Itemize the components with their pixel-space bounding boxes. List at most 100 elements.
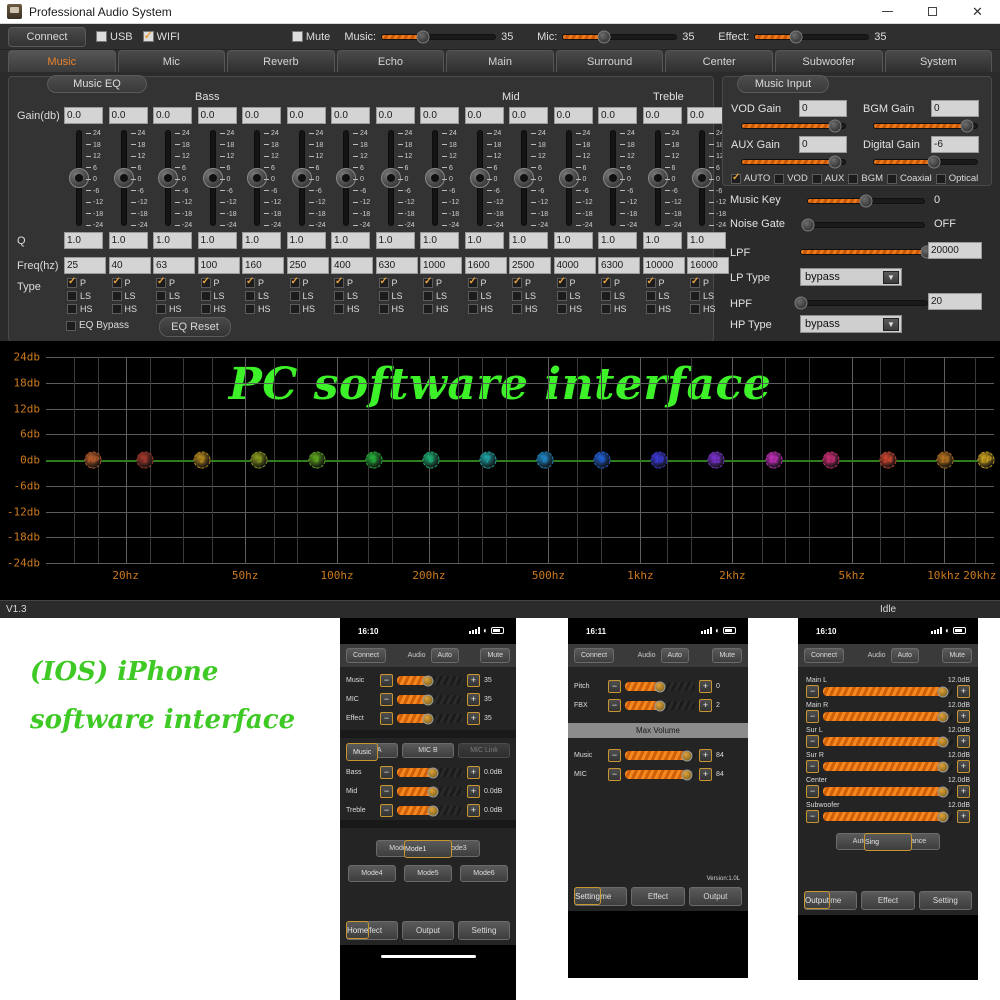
minus-button[interactable]: −: [608, 768, 621, 781]
output-slider[interactable]: [823, 736, 953, 747]
lp-type-select[interactable]: bypass ▼: [800, 268, 902, 286]
minus-button[interactable]: −: [806, 810, 819, 823]
eq-gain-field[interactable]: 0.0: [464, 107, 504, 124]
music-key-slider[interactable]: [807, 194, 925, 208]
mode-button-mode4[interactable]: Mode4: [348, 865, 396, 882]
eq-node-5[interactable]: 5: [365, 451, 383, 469]
eq-type-hs-box[interactable]: [378, 304, 389, 314]
eq-freq-field[interactable]: 1000: [420, 257, 462, 274]
eq-gain-field[interactable]: 0.0: [64, 107, 103, 124]
minus-button[interactable]: −: [806, 685, 819, 698]
eq-q-field[interactable]: 1.0: [197, 232, 237, 249]
minus-button[interactable]: −: [608, 749, 621, 762]
row-slider[interactable]: [625, 681, 695, 692]
eq-type-ls[interactable]: LS: [111, 291, 136, 301]
connect-button[interactable]: Connect: [8, 26, 86, 47]
minus-button[interactable]: −: [608, 680, 621, 693]
eq-gain-field[interactable]: 0.0: [197, 107, 237, 124]
output-slider[interactable]: [823, 686, 953, 697]
row-slider[interactable]: [397, 713, 463, 724]
eq-type-hs[interactable]: HS: [156, 304, 182, 314]
phone-mute-button[interactable]: Mute: [942, 648, 973, 663]
eq-type-ls-box[interactable]: [111, 291, 122, 301]
eq-q-field[interactable]: 1.0: [153, 232, 192, 249]
eq-type-ls[interactable]: LS: [67, 291, 91, 301]
plus-button[interactable]: +: [957, 735, 970, 748]
gain-slider[interactable]: [873, 155, 978, 169]
eq-type-hs[interactable]: HS: [200, 304, 226, 314]
plus-button[interactable]: +: [467, 674, 480, 687]
eq-type-p-box[interactable]: [111, 276, 122, 288]
eq-type-hs-box[interactable]: [556, 304, 567, 314]
eq-gain-field[interactable]: 0.0: [108, 107, 148, 124]
eq-q-field[interactable]: 1.0: [642, 232, 682, 249]
eq-type-hs-box[interactable]: [690, 304, 700, 314]
preset-button-sing[interactable]: Sing: [864, 833, 912, 851]
eq-type-p[interactable]: P: [334, 276, 353, 288]
eq-gain-slider[interactable]: 24 18 12 6 0 -6 -12 -18 -24: [334, 130, 378, 229]
eq-type-p[interactable]: P: [111, 276, 131, 288]
eq-type-ls-box[interactable]: [156, 291, 166, 301]
output-slider[interactable]: [823, 811, 953, 822]
phone-nav-output[interactable]: Output: [402, 921, 454, 940]
eq-gain-field[interactable]: 0.0: [598, 107, 637, 124]
eq-type-p[interactable]: P: [690, 276, 709, 288]
eq-node-7[interactable]: 7: [479, 451, 497, 469]
maximize-button[interactable]: [910, 0, 955, 24]
eq-type-ls-box[interactable]: [67, 291, 77, 301]
eq-type-ls-box[interactable]: [645, 291, 656, 301]
toolbar-slider-music[interactable]: Music: 35: [344, 30, 521, 43]
plus-button[interactable]: +: [467, 804, 480, 817]
eq-gain-slider[interactable]: 24 18 12 6 0 -6 -12 -18 -24: [468, 130, 512, 229]
source-tab-mic-link[interactable]: MIC Link: [458, 743, 510, 758]
eq-type-p-box[interactable]: [556, 276, 567, 288]
gain-value-field[interactable]: -6: [931, 136, 979, 153]
phone-nav-home[interactable]: Home: [346, 921, 370, 939]
eq-node-15[interactable]: 15: [936, 451, 954, 469]
eq-gain-slider[interactable]: 24 18 12 6 0 -6 -12 -18 -24: [112, 130, 156, 229]
tab-echo[interactable]: Echo: [336, 50, 445, 72]
row-slider[interactable]: [397, 786, 463, 797]
eq-bypass-box[interactable]: [66, 320, 76, 331]
source-checkbox-optical[interactable]: Optical: [935, 173, 978, 184]
toolbar-slider-track[interactable]: [754, 30, 870, 43]
eq-type-hs[interactable]: HS: [467, 304, 493, 314]
eq-type-ls[interactable]: LS: [690, 291, 714, 301]
source-checkbox-vod[interactable]: VOD: [774, 173, 808, 184]
eq-gain-slider[interactable]: 24 18 12 6 0 -6 -12 -18 -24: [601, 130, 645, 229]
phone-auto-button[interactable]: Auto: [660, 648, 689, 663]
eq-response-graph[interactable]: PC software interface 24db 18db 12db 6db 0db…: [0, 341, 1000, 600]
source-checkbox-box[interactable]: [811, 173, 822, 184]
toolbar-slider-track[interactable]: [381, 30, 497, 43]
eq-type-ls-box[interactable]: [601, 291, 611, 301]
eq-node-10[interactable]: 10: [650, 451, 668, 469]
graph-plot-area[interactable]: 24db 18db 12db 6db 0db -6db -12db -18db -24db 20h…: [7, 351, 996, 583]
phone-nav-output[interactable]: Output: [804, 891, 831, 909]
phone-auto-button[interactable]: Auto: [890, 648, 919, 663]
row-slider[interactable]: [625, 700, 695, 711]
plus-button[interactable]: +: [957, 810, 970, 823]
eq-reset-button[interactable]: EQ Reset: [159, 317, 231, 337]
source-checkbox-box[interactable]: [887, 173, 897, 184]
minus-button[interactable]: −: [380, 766, 393, 779]
eq-type-p-box[interactable]: [423, 276, 433, 288]
minus-button[interactable]: −: [806, 785, 819, 798]
eq-gain-slider[interactable]: 24 18 12 6 0 -6 -12 -18 -24: [201, 130, 245, 229]
plus-button[interactable]: +: [467, 712, 480, 725]
eq-type-p[interactable]: P: [512, 276, 531, 288]
eq-type-ls-box[interactable]: [423, 291, 433, 301]
phone-connect-button[interactable]: Connect: [574, 648, 615, 663]
source-checkbox-coaxial[interactable]: Coaxial: [887, 173, 932, 184]
eq-node-12[interactable]: 12: [765, 451, 783, 469]
eq-type-ls[interactable]: LS: [156, 291, 180, 301]
tab-center[interactable]: Center: [665, 50, 773, 72]
eq-type-p[interactable]: P: [467, 276, 487, 288]
eq-type-p-box[interactable]: [67, 276, 77, 288]
eq-node-1[interactable]: 1: [136, 451, 154, 469]
eq-type-p-box[interactable]: [289, 276, 300, 288]
minus-button[interactable]: −: [608, 699, 621, 712]
gain-value-field[interactable]: 0: [931, 100, 979, 117]
eq-type-hs[interactable]: HS: [690, 304, 716, 314]
eq-type-hs[interactable]: HS: [512, 304, 538, 314]
mode-button-mode5[interactable]: Mode5: [404, 865, 452, 882]
